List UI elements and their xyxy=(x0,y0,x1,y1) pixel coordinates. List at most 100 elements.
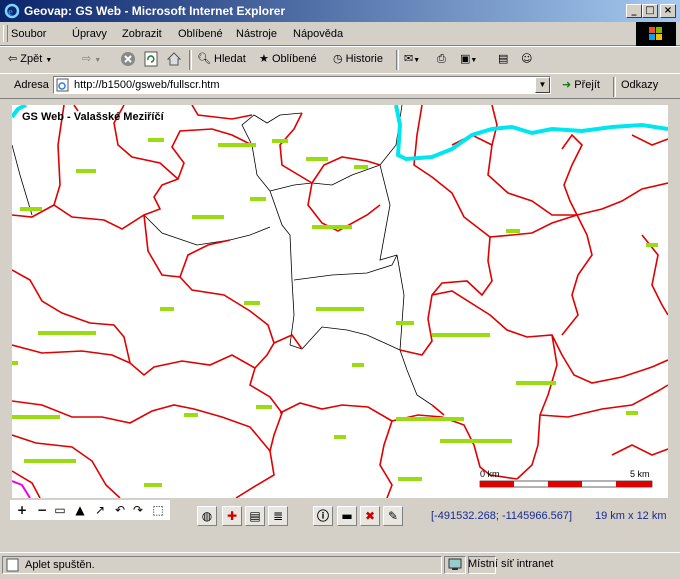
terrain-icon[interactable]: ▲ xyxy=(72,502,88,518)
state-border-line xyxy=(12,480,31,498)
intranet-icon xyxy=(448,558,462,570)
window-title: Geovap: GS Web - Microsoft Internet Expl… xyxy=(24,4,286,18)
stack-button[interactable]: ≣ xyxy=(268,506,288,526)
favorites-label: Oblíbené xyxy=(271,53,317,65)
minimize-button[interactable]: _ xyxy=(626,4,642,18)
back-arrow-icon: ⇦ xyxy=(8,52,18,65)
go-label: Přejít xyxy=(574,79,600,91)
map-canvas[interactable]: GS Web - Valašské Meziříčí 0 km 5 km xyxy=(12,105,668,498)
internet-explorer-icon: e xyxy=(4,3,20,19)
map-tool-panel: + − ▭ ▲ ↗ ↶ ↷ ⬚ xyxy=(10,500,170,520)
address-bar: Adresa http://b1500/gsweb/fullscr.htm ▼ … xyxy=(0,73,680,99)
history-button[interactable]: ◷ Historie xyxy=(333,52,383,65)
discuss-icon: ▤ xyxy=(498,52,509,65)
scale-end-label: 5 km xyxy=(630,469,650,479)
coordinates-readout: [-491532.268; -1145966.567] xyxy=(431,510,573,522)
mail-button[interactable]: ✉▼ xyxy=(404,52,420,65)
map-extent-readout: 19 km x 12 km xyxy=(595,510,667,522)
close-button[interactable]: × xyxy=(660,4,676,18)
document-icon: ▤ xyxy=(249,509,261,523)
undo-icon[interactable]: ↶ xyxy=(112,502,128,518)
address-url: http://b1500/gsweb/fullscr.htm xyxy=(74,79,220,91)
select-icon[interactable]: ⬚ xyxy=(150,502,166,518)
cross-icon: ✖ xyxy=(364,509,376,523)
menu-upravy[interactable]: Úpravy xyxy=(72,28,107,40)
globe-icon: ◍ xyxy=(201,509,213,523)
back-dropdown-icon: ▼ xyxy=(45,57,53,64)
messenger-icon: ☺ xyxy=(521,52,533,65)
menu-oblibene[interactable]: Oblíbené xyxy=(178,28,223,40)
edit-icon: ▣ xyxy=(460,52,471,65)
stack-icon: ≣ xyxy=(272,509,284,523)
zoom-out-icon[interactable]: − xyxy=(34,502,50,518)
home-icon[interactable] xyxy=(166,51,182,67)
search-icon: 🔍︎ xyxy=(197,52,211,65)
map-title: GS Web - Valašské Meziříčí xyxy=(22,111,164,123)
menu-nastroje[interactable]: Nástroje xyxy=(236,28,277,40)
links-button[interactable]: Odkazy xyxy=(621,79,658,91)
menu-bar: Soubor Úpravy Zobrazit Oblíbené Nástroje… xyxy=(0,22,680,46)
zoom-in-icon[interactable]: + xyxy=(14,502,30,518)
discuss-button[interactable]: ▤ xyxy=(498,52,508,65)
stop-icon[interactable] xyxy=(120,51,136,67)
redo-icon[interactable]: ↷ xyxy=(130,502,146,518)
document-button[interactable]: ▤ xyxy=(245,506,265,526)
zone-text: Místní síť intranet xyxy=(468,558,554,570)
scale-start-label: 0 km xyxy=(480,469,500,479)
address-dropdown-icon[interactable]: ▼ xyxy=(535,77,550,93)
info-button[interactable]: ⓘ xyxy=(313,506,333,526)
menu-grip xyxy=(3,25,8,42)
go-button[interactable]: ➜ Přejít xyxy=(562,78,600,91)
measure-button[interactable]: ▬ xyxy=(337,506,357,526)
print-icon: ⎙ xyxy=(437,52,446,65)
address-label: Adresa xyxy=(14,79,49,91)
status-text: Aplet spuštěn. xyxy=(25,559,95,571)
standard-toolbar: ⇦ Zpět ▼ ⇨ ▼ 🔍︎ Hledat ★ Oblíbené ◷ Hist… xyxy=(0,46,680,74)
pencil-button[interactable]: ✎ xyxy=(383,506,403,526)
search-button[interactable]: 🔍︎ Hledat xyxy=(197,52,246,65)
favorites-button[interactable]: ★ Oblíbené xyxy=(259,52,317,65)
ruler-icon: ▬ xyxy=(341,509,353,523)
svg-text:e: e xyxy=(8,6,13,18)
edit-button[interactable]: ▣▼ xyxy=(460,52,477,65)
status-panel: Aplet spuštěn. xyxy=(2,556,442,574)
messenger-button[interactable]: ☺ xyxy=(521,52,532,65)
windows-logo-icon xyxy=(636,22,676,47)
river-line xyxy=(394,105,668,162)
history-icon: ◷ xyxy=(333,52,343,65)
refresh-icon[interactable] xyxy=(143,51,159,67)
menu-soubor[interactable]: Soubor xyxy=(11,28,46,40)
road-lines xyxy=(12,105,668,498)
info-icon: ⓘ xyxy=(316,509,329,523)
add-layer-icon: ✚ xyxy=(226,509,238,523)
layers-button[interactable]: ◍ xyxy=(197,506,217,526)
search-label: Hledat xyxy=(214,53,246,65)
page-content: GS Web - Valašské Meziříčí 0 km 5 km + −… xyxy=(10,104,670,548)
status-bar: Aplet spuštěn. Místní síť intranet xyxy=(0,552,680,579)
forward-dropdown-icon: ▼ xyxy=(94,57,102,64)
zoom-window-icon[interactable]: ▭ xyxy=(52,502,68,518)
locate-button[interactable]: ✖ xyxy=(360,506,380,526)
go-arrow-icon: ➜ xyxy=(562,78,572,91)
menu-napoveda[interactable]: Nápověda xyxy=(293,28,343,40)
menu-zobrazit[interactable]: Zobrazit xyxy=(122,28,162,40)
edit-dropdown-icon: ▼ xyxy=(470,57,478,64)
add-layer-button[interactable]: ✚ xyxy=(222,506,242,526)
page-icon xyxy=(56,78,69,92)
placename-markers xyxy=(12,138,658,487)
mail-dropdown-icon: ▼ xyxy=(413,57,421,64)
maximize-button[interactable]: □ xyxy=(642,4,658,18)
title-bar: e Geovap: GS Web - Microsoft Internet Ex… xyxy=(0,0,680,22)
forward-button[interactable]: ⇨ ▼ xyxy=(82,52,101,65)
address-input[interactable]: http://b1500/gsweb/fullscr.htm ▼ xyxy=(53,76,551,94)
map-layer: 0 km 5 km xyxy=(12,105,668,498)
forward-arrow-icon: ⇨ xyxy=(82,52,92,65)
print-button[interactable]: ⎙ xyxy=(437,52,446,66)
toolbar-separator xyxy=(396,50,399,70)
back-label: Zpět xyxy=(20,53,43,65)
toolbar-separator xyxy=(613,77,616,97)
back-button[interactable]: ⇦ Zpět ▼ xyxy=(8,52,52,65)
pan-arrow-icon[interactable]: ↗ xyxy=(92,502,108,518)
applet-page-icon xyxy=(6,558,19,572)
toolbar-separator xyxy=(189,50,192,70)
